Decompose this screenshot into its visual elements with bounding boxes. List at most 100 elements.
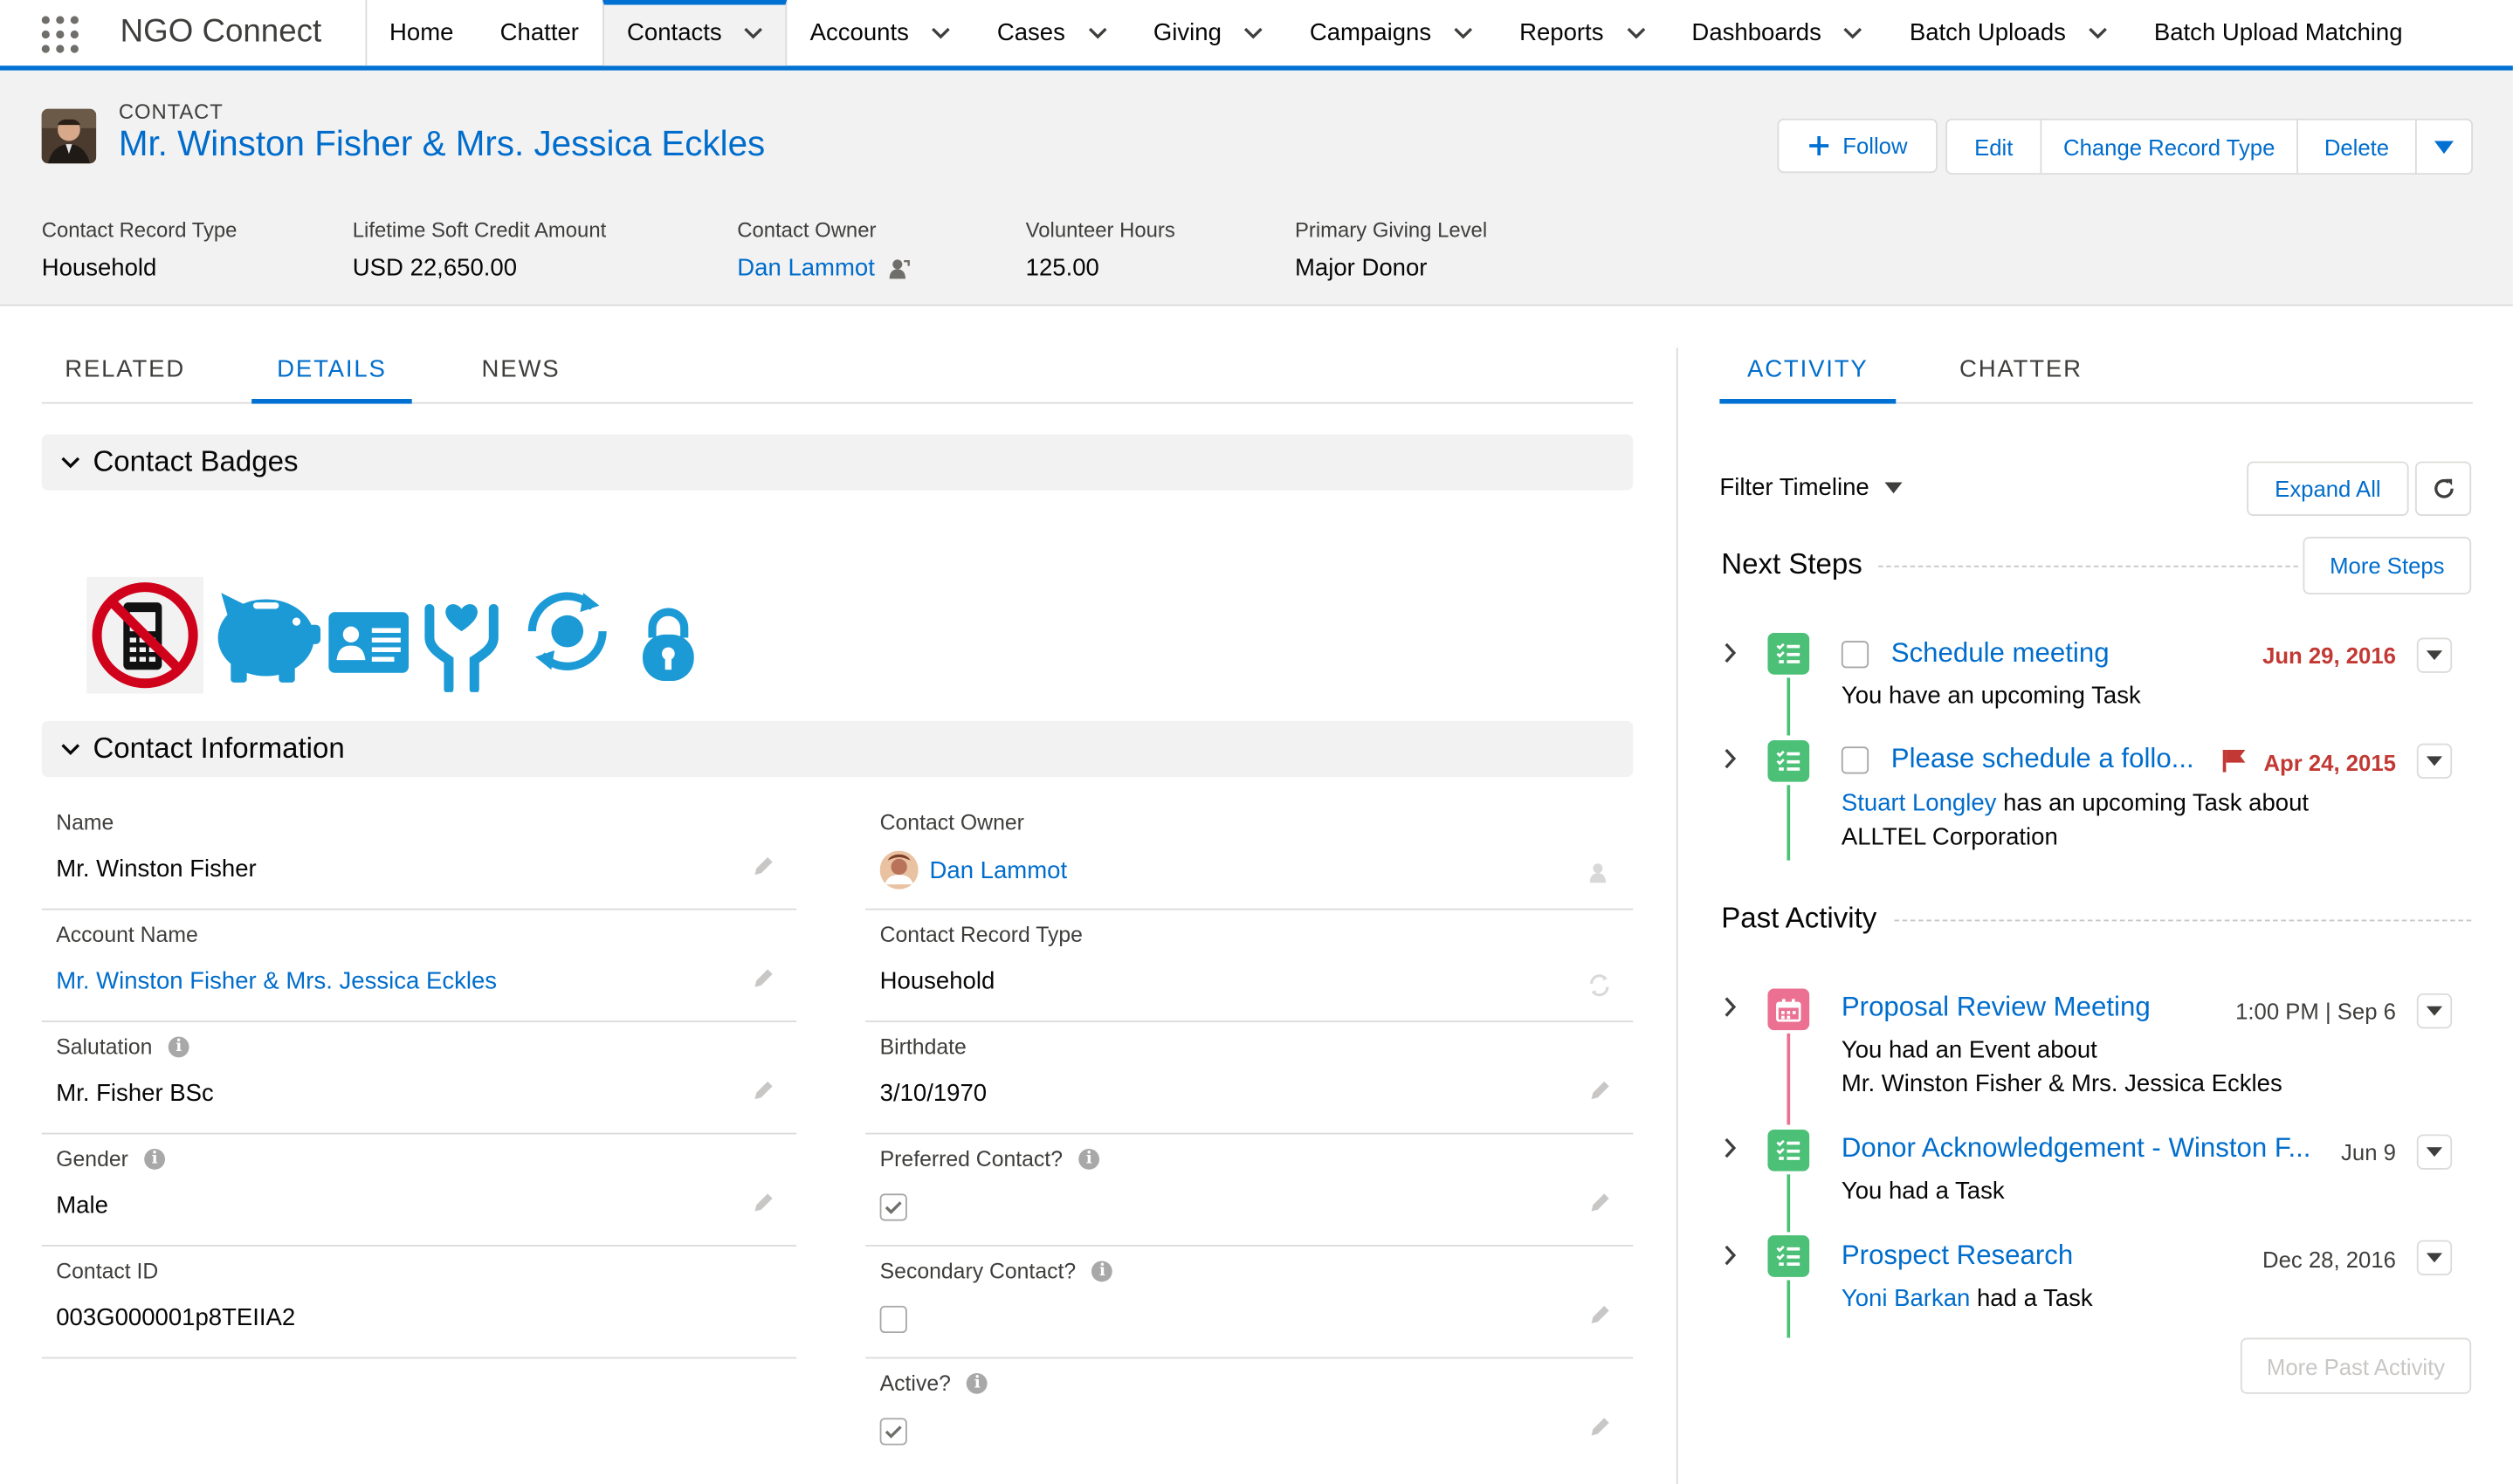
change-record-type-button[interactable]: Change Record Type bbox=[2041, 120, 2298, 174]
nav-tab-chatter[interactable]: Chatter bbox=[478, 0, 603, 65]
owner-link[interactable]: Dan Lammot bbox=[737, 255, 875, 282]
timeline-item-date: Apr 24, 2015 bbox=[2263, 749, 2396, 776]
id-card-icon bbox=[328, 612, 410, 673]
field-label-text: Salutation bbox=[56, 1034, 153, 1060]
tab-details[interactable]: DETAILS bbox=[251, 353, 412, 404]
change-owner-icon[interactable] bbox=[1588, 862, 1611, 884]
nav-tab-reports[interactable]: Reports bbox=[1497, 0, 1669, 65]
highlight-value: Major Donor bbox=[1295, 254, 1428, 283]
section-title: Contact Information bbox=[93, 732, 345, 765]
timeline-item-title[interactable]: Prospect Research bbox=[1842, 1240, 2073, 1273]
field-value bbox=[879, 1305, 907, 1334]
chevron-down-icon[interactable] bbox=[1844, 26, 1863, 39]
nav-tab-home[interactable]: Home bbox=[367, 0, 478, 65]
info-icon[interactable]: i bbox=[967, 1372, 988, 1394]
tab-label: DETAILS bbox=[277, 355, 387, 383]
refresh-button[interactable] bbox=[2414, 461, 2472, 516]
tab-chatter[interactable]: CHATTER bbox=[1944, 353, 2097, 404]
info-icon[interactable]: i bbox=[1078, 1148, 1100, 1170]
edit-pencil-icon[interactable] bbox=[752, 1080, 775, 1103]
edit-button[interactable]: Edit bbox=[1947, 120, 2042, 174]
task-complete-checkbox[interactable] bbox=[1841, 641, 1869, 669]
timeline-item-title[interactable]: Donor Acknowledgement - Winston F... bbox=[1842, 1133, 2311, 1165]
chevron-down-icon[interactable] bbox=[1454, 26, 1473, 39]
caret-down-icon bbox=[2426, 650, 2443, 661]
related-account-link[interactable]: ALLTEL Corporation bbox=[1842, 823, 2058, 850]
chevron-down-icon[interactable] bbox=[1626, 26, 1645, 39]
field-contact-owner: Contact Owner Dan Lammot bbox=[865, 798, 1634, 910]
nav-tab-dashboards[interactable]: Dashboards bbox=[1670, 0, 1887, 65]
chevron-down-icon[interactable] bbox=[2089, 26, 2108, 39]
nav-tab-cases[interactable]: Cases bbox=[974, 0, 1131, 65]
follow-button[interactable]: Follow bbox=[1777, 118, 1938, 174]
owner-avatar bbox=[879, 850, 919, 890]
timeline-item-title[interactable]: Schedule meeting bbox=[1891, 637, 2110, 670]
info-icon[interactable]: i bbox=[168, 1036, 189, 1058]
timeline-item-menu[interactable] bbox=[2416, 993, 2453, 1029]
edit-pencil-icon[interactable] bbox=[752, 968, 775, 991]
info-icon[interactable]: i bbox=[144, 1148, 166, 1170]
nav-tab-campaigns[interactable]: Campaigns bbox=[1287, 0, 1497, 65]
chevron-right-icon[interactable] bbox=[1725, 997, 1738, 1018]
more-past-activity-label: More Past Activity bbox=[2266, 1352, 2446, 1379]
lock-icon bbox=[642, 608, 694, 682]
timeline-item-title[interactable]: Proposal Review Meeting bbox=[1842, 992, 2151, 1024]
field-label: Birthdate bbox=[879, 1034, 967, 1060]
account-link[interactable]: Mr. Winston Fisher & Mrs. Jessica Eckles bbox=[56, 968, 497, 995]
more-past-activity-button[interactable]: More Past Activity bbox=[2240, 1337, 2472, 1394]
edit-pencil-icon[interactable] bbox=[752, 1192, 775, 1215]
nav-items: Home Chatter Contacts Accounts Cases Giv… bbox=[367, 0, 2427, 66]
person-link[interactable]: Stuart Longley bbox=[1842, 790, 1997, 817]
related-record-link[interactable]: Mr. Winston Fisher & Mrs. Jessica Eckles bbox=[1842, 1070, 2282, 1097]
nav-tab-contacts[interactable]: Contacts bbox=[602, 0, 788, 66]
nav-tab-giving[interactable]: Giving bbox=[1131, 0, 1287, 65]
timeline-item-menu[interactable] bbox=[2416, 637, 2453, 673]
nav-tab-batch-uploads[interactable]: Batch Uploads bbox=[1887, 0, 2131, 65]
filter-timeline[interactable]: Filter Timeline bbox=[1719, 474, 1904, 502]
chevron-right-icon[interactable] bbox=[1725, 1245, 1738, 1266]
field-label: Account Name bbox=[56, 923, 198, 947]
edit-pencil-icon[interactable] bbox=[752, 855, 775, 878]
tab-related[interactable]: RELATED bbox=[42, 353, 209, 404]
nav-tab-label: Batch Uploads bbox=[1909, 19, 2066, 47]
task-complete-checkbox[interactable] bbox=[1841, 746, 1869, 774]
nav-tab-batch-upload-matching[interactable]: Batch Upload Matching bbox=[2131, 0, 2427, 65]
tab-activity[interactable]: ACTIVITY bbox=[1719, 353, 1897, 404]
nav-tab-accounts[interactable]: Accounts bbox=[788, 0, 974, 65]
section-contact-information[interactable]: Contact Information bbox=[41, 720, 1634, 778]
edit-pencil-icon[interactable] bbox=[1588, 1192, 1611, 1215]
timeline-item-menu[interactable] bbox=[2416, 1134, 2453, 1170]
nav-tab-label: Batch Upload Matching bbox=[2153, 19, 2403, 47]
chevron-right-icon[interactable] bbox=[1725, 642, 1738, 663]
field-value: Mr. Winston Fisher bbox=[56, 855, 257, 883]
owner-link[interactable]: Dan Lammot bbox=[930, 856, 1068, 883]
delete-button[interactable]: Delete bbox=[2298, 120, 2417, 174]
timeline-item-subtitle: You have an upcoming Task bbox=[1841, 682, 2141, 711]
change-owner-icon[interactable] bbox=[888, 258, 911, 280]
more-actions-button[interactable] bbox=[2417, 120, 2471, 174]
edit-pencil-icon[interactable] bbox=[1588, 1080, 1611, 1103]
change-record-type-icon[interactable] bbox=[1588, 974, 1611, 997]
chevron-right-icon[interactable] bbox=[1725, 748, 1738, 769]
app-launcher-icon[interactable] bbox=[41, 16, 80, 54]
info-icon[interactable]: i bbox=[1091, 1261, 1113, 1282]
timeline-item-date: Jun 29, 2016 bbox=[2262, 642, 2396, 669]
edit-pencil-icon[interactable] bbox=[1588, 1416, 1611, 1439]
expand-all-button[interactable]: Expand All bbox=[2247, 461, 2409, 516]
tab-news[interactable]: NEWS bbox=[457, 353, 585, 404]
chevron-right-icon[interactable] bbox=[1725, 1137, 1738, 1158]
person-link[interactable]: Yoni Barkan bbox=[1842, 1285, 1970, 1312]
field-value bbox=[879, 1193, 907, 1221]
section-contact-badges[interactable]: Contact Badges bbox=[41, 434, 1634, 491]
edit-pencil-icon[interactable] bbox=[1588, 1304, 1611, 1327]
filter-timeline-label: Filter Timeline bbox=[1719, 474, 1869, 502]
timeline-item-menu[interactable] bbox=[2416, 1240, 2453, 1275]
chevron-down-icon[interactable] bbox=[1088, 26, 1107, 39]
chevron-down-icon[interactable] bbox=[744, 26, 763, 39]
field-label: Contact Record Type bbox=[879, 923, 1083, 947]
chevron-down-icon[interactable] bbox=[932, 26, 951, 39]
chevron-down-icon[interactable] bbox=[1244, 26, 1263, 39]
more-steps-button[interactable]: More Steps bbox=[2303, 536, 2472, 594]
timeline-item-title[interactable]: Please schedule a follo... bbox=[1891, 744, 2194, 776]
timeline-item-menu[interactable] bbox=[2416, 743, 2453, 780]
